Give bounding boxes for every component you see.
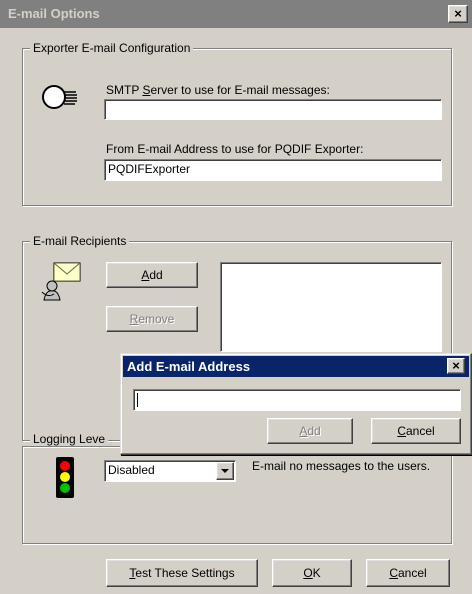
server-icon [42, 85, 77, 109]
logging-level-value: Disabled [108, 463, 155, 477]
chevron-down-icon[interactable] [216, 462, 234, 480]
logging-description: E-mail no messages to the users. [252, 459, 431, 473]
add-recipient-button[interactable]: Add [106, 262, 198, 288]
recipients-list[interactable] [220, 262, 442, 352]
smtp-label: SMTP Server to use for E-mail messages: [106, 83, 330, 97]
ok-button[interactable]: OK [272, 559, 352, 587]
add-email-dialog-titlebar: Add E-mail Address [123, 356, 469, 377]
logging-legend: Logging Leve [30, 432, 109, 446]
cancel-button[interactable]: Cancel [366, 559, 450, 587]
email-address-input[interactable] [133, 389, 461, 411]
smtp-server-input[interactable] [104, 99, 442, 120]
dialog-close-button[interactable]: × [447, 358, 465, 374]
text-cursor [137, 392, 138, 407]
window-title: E-mail Options [8, 6, 100, 21]
dialog-cancel-button[interactable]: Cancel [371, 418, 461, 444]
from-address-input[interactable]: PQDIFExporter [104, 159, 442, 181]
test-settings-button[interactable]: Test These Settings [106, 559, 258, 587]
remove-recipient-button[interactable]: Remove [106, 306, 198, 332]
dialog-add-button[interactable]: Add [267, 418, 353, 444]
close-button[interactable]: × [448, 5, 468, 23]
add-email-dialog: Add E-mail Address × Add Cancel [120, 353, 472, 455]
add-email-dialog-title: Add E-mail Address [127, 359, 251, 374]
from-address-label: From E-mail Address to use for PQDIF Exp… [106, 142, 364, 156]
exporter-config-group [22, 48, 452, 206]
recipients-legend: E-mail Recipients [30, 234, 130, 248]
mail-user-icon [41, 262, 81, 301]
traffic-light-icon [56, 457, 74, 498]
exporter-config-legend: Exporter E-mail Configuration [30, 41, 194, 55]
